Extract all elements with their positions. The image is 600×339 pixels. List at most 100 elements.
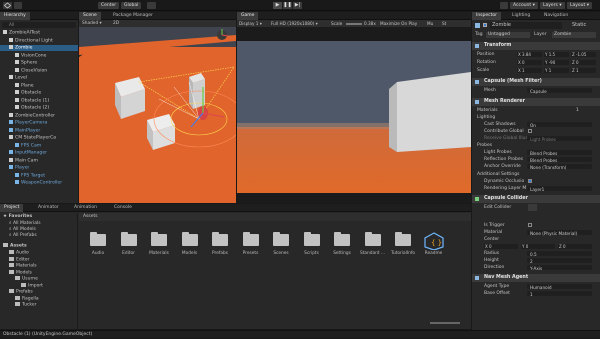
game-viewport[interactable] [237, 27, 471, 203]
folder-asset[interactable] [362, 232, 384, 248]
folder-asset[interactable] [240, 232, 262, 248]
hierarchy-item[interactable]: FPS Target [0, 172, 78, 179]
folder-asset[interactable] [148, 232, 170, 248]
snap-icon[interactable] [147, 2, 156, 9]
light-probes-dropdown[interactable]: Blend Probes [527, 150, 592, 156]
project-tree-item[interactable]: Prefabs [9, 289, 33, 295]
display-dropdown[interactable]: Display 1 ▾ [239, 20, 262, 27]
readme-asset[interactable]: { } [423, 232, 445, 251]
hierarchy-item[interactable]: Obstacle (1) [0, 97, 78, 104]
folder-asset[interactable] [118, 232, 140, 248]
tab-project[interactable]: Project [0, 204, 24, 212]
lighting-section[interactable]: Lighting [472, 114, 600, 121]
collab-icon[interactable] [500, 2, 508, 9]
project-tree-item[interactable]: Audio [9, 250, 29, 256]
hierarchy-item[interactable]: WeaponController [0, 180, 78, 186]
resolution-dropdown[interactable]: Full HD (1920x1080) ▾ [271, 20, 318, 27]
project-tree-item[interactable]: Tucker [15, 302, 36, 308]
is-trigger-checkbox[interactable] [528, 223, 532, 227]
rotation-field[interactable]: X 0 [517, 60, 542, 65]
hierarchy-item[interactable]: CloseVision [0, 67, 78, 74]
probes-section[interactable]: Probes [472, 142, 600, 149]
center-field[interactable]: Z 0 [558, 244, 592, 249]
tag-dropdown[interactable]: Untagged [486, 32, 530, 38]
direction-dropdown[interactable]: Y-Axis [527, 265, 592, 271]
anchor-override-field[interactable]: None (Transform) [527, 164, 592, 170]
project-tree-item[interactable]: Usurne [15, 276, 38, 282]
hierarchy-item[interactable]: Main Cam [0, 157, 78, 164]
tab-game[interactable]: Game [237, 12, 259, 20]
folder-asset[interactable] [209, 232, 231, 248]
hierarchy-item[interactable]: Zombie [0, 45, 78, 51]
breadcrumb-assets[interactable]: Assets [83, 214, 98, 219]
rotation-field[interactable]: Y -90 [544, 60, 569, 65]
position-field[interactable]: Y 1.5 [544, 52, 569, 57]
capsule-collider-header[interactable]: Capsule Collider [472, 195, 600, 203]
tab-navigation[interactable]: Navigation [540, 12, 572, 20]
favorites-header[interactable]: ★ Favorites [3, 214, 32, 220]
object-name-field[interactable]: Zombie [490, 22, 562, 29]
hierarchy-item[interactable]: PlayerCamera [0, 120, 78, 126]
tab-animation[interactable]: Animation [70, 204, 101, 212]
edit-collider-button[interactable] [528, 204, 537, 211]
hierarchy-item[interactable]: InputManager [0, 150, 78, 156]
hierarchy-item[interactable]: ZombieAITest [0, 30, 78, 36]
shading-dropdown[interactable]: Shaded ▾ [82, 20, 102, 27]
receive-gi-dropdown[interactable]: Light Probes [527, 136, 592, 142]
project-tree-item[interactable]: Import [21, 282, 43, 289]
hierarchy-item[interactable]: Plane [0, 82, 78, 89]
nav-mesh-agent-header[interactable]: Nav Mesh Agent [472, 274, 600, 282]
project-tree-item[interactable]: Editor [9, 256, 29, 263]
tab-package-manager[interactable]: Package Manager [109, 12, 157, 20]
position-field[interactable]: Z -1.05 [571, 52, 596, 57]
folder-asset[interactable] [392, 232, 414, 248]
unity-logo-icon[interactable] [3, 2, 12, 9]
dynamic-occlusion-checkbox[interactable] [528, 179, 532, 183]
pivot-toggle[interactable]: Center [98, 2, 120, 9]
hierarchy-item[interactable]: Obstacle [0, 90, 78, 96]
hierarchy-item[interactable]: ZombieController [0, 112, 78, 119]
tab-animator[interactable]: Animator [34, 204, 63, 212]
mute-toggle[interactable]: Mu [427, 20, 433, 27]
folder-asset[interactable] [87, 232, 109, 248]
collider-material-field[interactable]: None (Physic Material) [527, 230, 592, 236]
tab-hierarchy[interactable]: Hierarchy [0, 12, 30, 20]
hierarchy-item[interactable]: VisionCone [0, 52, 78, 59]
additional-settings-section[interactable]: Additional Settings [472, 171, 600, 178]
tab-inspector[interactable]: Inspector [472, 12, 501, 20]
layers-dropdown[interactable]: Layers ▾ [540, 2, 565, 9]
center-field[interactable]: Y 0 [521, 244, 555, 249]
tab-console[interactable]: Console [110, 204, 136, 212]
mode-2d-toggle[interactable]: 2D [113, 20, 119, 27]
scale-slider[interactable] [346, 23, 362, 25]
pause-button[interactable]: ❚❚ [283, 2, 292, 9]
agent-type-dropdown[interactable]: Humanoid [527, 284, 592, 290]
mesh-renderer-header[interactable]: Mesh Renderer [472, 98, 600, 106]
project-tree-item[interactable]: Ragella [15, 295, 39, 302]
hierarchy-item[interactable]: Directional Light [0, 37, 78, 44]
hierarchy-item[interactable]: CM StatePlayerCa [0, 135, 78, 141]
folder-asset[interactable] [331, 232, 353, 248]
hierarchy-item[interactable]: Level [0, 75, 78, 81]
rendering-layer-dropdown[interactable]: Layer1 [527, 186, 592, 192]
contribute-gi-checkbox[interactable] [528, 129, 532, 133]
position-field[interactable]: X 3.84 [517, 52, 542, 57]
tab-lighting[interactable]: Lighting [508, 12, 534, 20]
hierarchy-search-input[interactable]: All [2, 22, 76, 28]
hierarchy-item[interactable]: MainPlayer [0, 127, 78, 134]
cloud-icon[interactable] [14, 2, 22, 9]
base-offset-field[interactable]: 1 [527, 291, 592, 297]
zoom-slider[interactable] [430, 322, 460, 324]
favorite-all-prefabs[interactable]: ⌕ All Prefabs [9, 233, 37, 239]
play-button[interactable]: ▶ [273, 2, 282, 9]
project-tree-item[interactable]: Materials [9, 263, 37, 269]
scale-field[interactable]: Y 1 [544, 68, 569, 73]
reflection-probes-dropdown[interactable]: Blend Probes [527, 157, 592, 163]
stats-toggle[interactable]: St [442, 20, 446, 27]
maximize-on-play-toggle[interactable]: Maximize On Play [380, 20, 417, 27]
assets-root[interactable]: Assets [3, 243, 27, 249]
mesh-filter-header[interactable]: Capsule (Mesh Filter) [472, 78, 600, 86]
hierarchy-item[interactable]: Player [0, 165, 78, 171]
materials-row[interactable]: Materials 1 [472, 107, 600, 114]
folder-asset[interactable] [179, 232, 201, 248]
